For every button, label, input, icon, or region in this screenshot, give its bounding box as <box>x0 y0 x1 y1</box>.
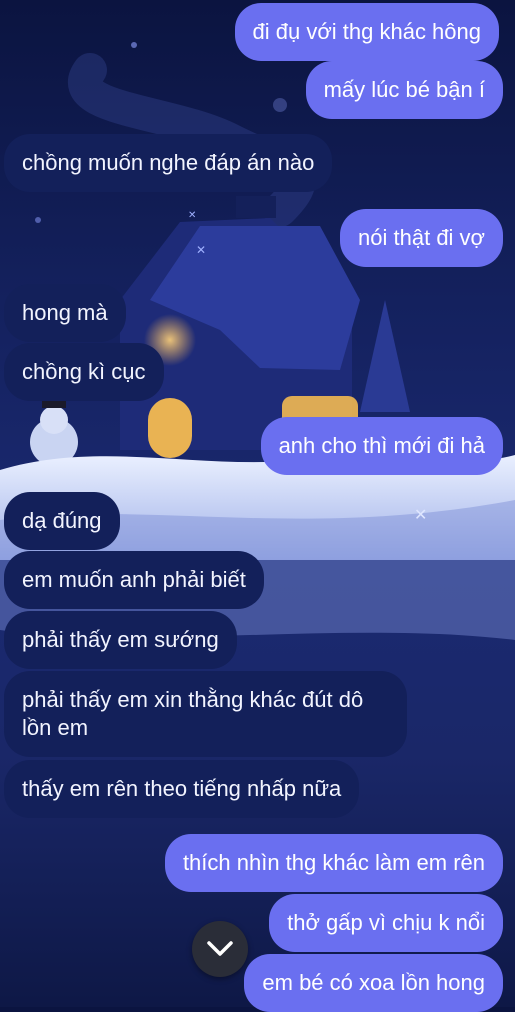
message-bubble-incoming[interactable]: em muốn anh phải biết <box>4 551 264 609</box>
message-bubble-outgoing[interactable]: anh cho thì mới đi hả <box>260 417 503 475</box>
message-bubble-outgoing[interactable]: thích nhìn thg khác làm em rên <box>164 834 503 892</box>
chevron-down-icon <box>207 941 233 956</box>
message-bubble-incoming[interactable]: hong mà <box>4 284 126 342</box>
message-bubble-incoming[interactable]: phải thấy em xin thằng khác đút dô lồn e… <box>4 671 407 757</box>
message-bubble-incoming[interactable]: dạ đúng <box>4 492 120 550</box>
svg-text:✕: ✕ <box>414 505 427 524</box>
message-bubble-incoming[interactable]: chồng muốn nghe đáp án nào <box>4 134 333 192</box>
message-bubble-incoming[interactable]: phải thấy em sướng <box>4 611 237 669</box>
message-bubble-incoming[interactable]: chồng kì cục <box>4 343 164 401</box>
message-bubble-incoming[interactable]: thấy em rên theo tiếng nhấp nữa <box>4 760 360 818</box>
message-bubble-outgoing[interactable]: thở gấp vì chịu k nổi <box>269 894 503 952</box>
message-bubble-outgoing[interactable]: mấy lúc bé bận í <box>305 61 503 119</box>
scroll-to-bottom-button[interactable] <box>192 921 248 977</box>
message-bubble-outgoing[interactable]: đi đụ với thg khác hông <box>234 3 499 61</box>
message-bubble-outgoing[interactable]: nói thật đi vợ <box>340 209 503 267</box>
message-bubble-outgoing[interactable]: em bé có xoa lồn hong <box>244 954 503 1012</box>
svg-text:✕: ✕ <box>196 243 206 257</box>
svg-text:✕: ✕ <box>188 210 196 221</box>
